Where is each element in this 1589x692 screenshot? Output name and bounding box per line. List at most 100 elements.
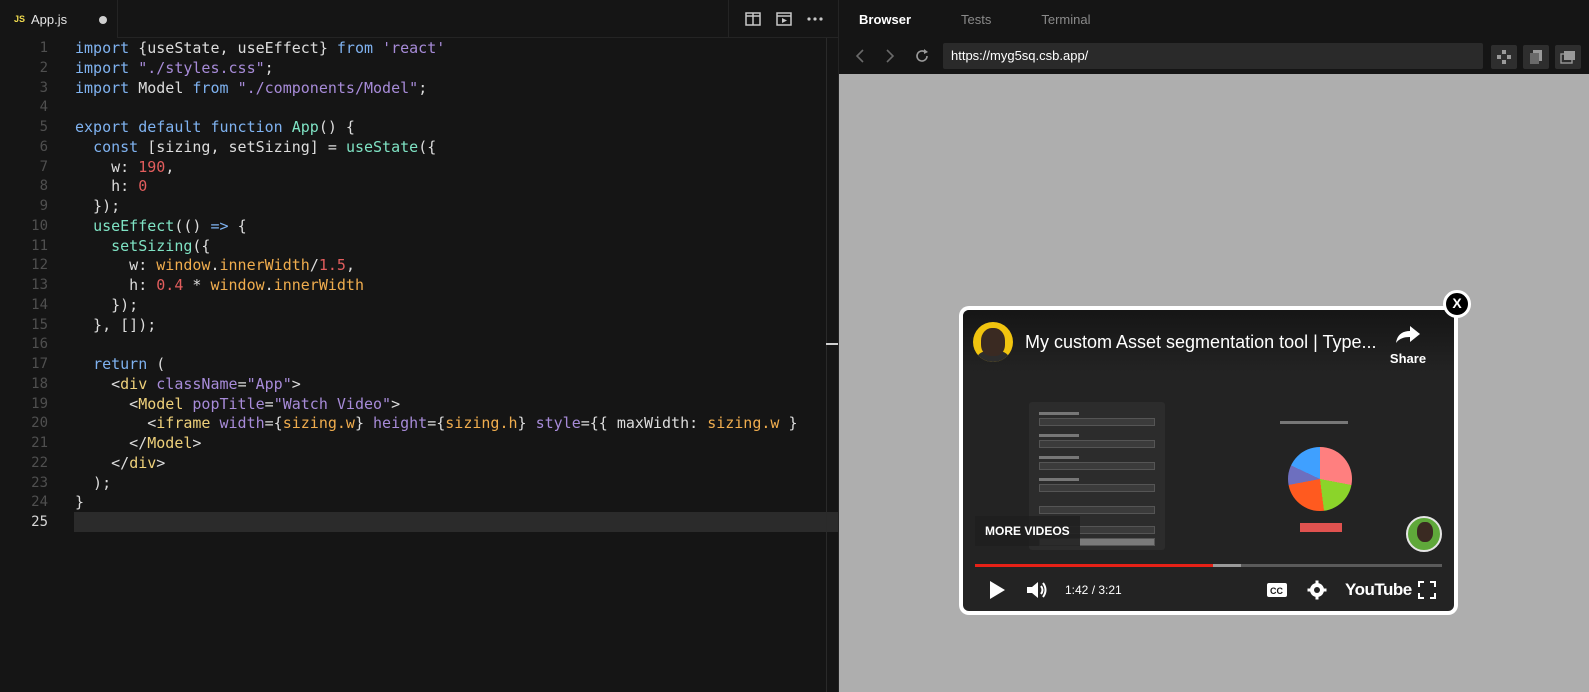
line-number: 20 [31, 415, 48, 432]
played-bar [975, 564, 1214, 567]
code-text: </div> [75, 453, 166, 472]
code-line[interactable]: 13 h: 0.4 * window.innerWidth [0, 275, 838, 295]
copy-url-icon[interactable] [1523, 45, 1549, 69]
code-line[interactable]: 10 useEffect(() => { [0, 216, 838, 236]
more-icon[interactable] [804, 8, 826, 30]
url-input[interactable]: https://myg5sq.csb.app/ [943, 43, 1483, 69]
youtube-logo[interactable]: YouTube [1345, 580, 1412, 600]
code-line[interactable]: 23 ); [0, 473, 838, 493]
line-number: 8 [39, 178, 48, 195]
devtools-icon[interactable] [1491, 45, 1517, 69]
play-icon[interactable] [985, 578, 1009, 602]
settings-gear-icon[interactable] [1305, 578, 1329, 602]
youtube-player[interactable]: My custom Asset segmentation tool | Type… [963, 310, 1454, 611]
code-text: return ( [93, 355, 166, 373]
line-number: 19 [31, 395, 48, 412]
reload-icon[interactable] [907, 41, 937, 71]
code-text: const [sizing, setSizing] = useState({ [93, 137, 437, 156]
close-modal-button[interactable]: X [1443, 290, 1471, 318]
code-line[interactable]: 12 w: window.innerWidth/1.5, [0, 255, 838, 275]
code-line[interactable]: 3 import Model from "./components/Model"; [0, 78, 838, 98]
open-new-window-icon[interactable] [1555, 45, 1581, 69]
code-line[interactable]: 15 }, []); [0, 315, 838, 335]
line-number: 14 [31, 296, 48, 313]
video-frame-button [1300, 523, 1342, 532]
scrollbar-marker[interactable] [826, 343, 838, 345]
browser-tabs: Browser Tests Terminal [839, 0, 1589, 38]
more-videos-button[interactable]: MORE VIDEOS [975, 516, 1080, 546]
code-text: }); [75, 197, 121, 215]
code-line[interactable]: 24} [0, 492, 838, 512]
video-modal: My custom Asset segmentation tool | Type… [959, 306, 1458, 615]
code-line[interactable]: 19 <Model popTitle="Watch Video"> [0, 394, 838, 414]
code-editor: JS App.js 1 import {useState, useEffect} … [0, 0, 838, 692]
video-frame-pie [1288, 447, 1352, 511]
line-number: 25 [31, 514, 48, 530]
player-controls: 1:42 / 3:21 CC YouTube [963, 568, 1454, 611]
browser-toolbar: https://myg5sq.csb.app/ [839, 38, 1589, 74]
code-text: import Model from "./components/Model"; [75, 78, 428, 97]
code-text: useEffect(() => { [93, 216, 247, 235]
code-text: }); [75, 295, 139, 314]
line-number: 23 [31, 474, 48, 491]
line-number: 16 [31, 336, 48, 353]
code-line[interactable]: 20 <iframe width={sizing.w} height={sizi… [0, 413, 838, 433]
code-text: h: 0.4 * window.innerWidth [75, 276, 364, 294]
code-line[interactable]: 22 </div> [0, 453, 838, 473]
progress-bar[interactable] [975, 564, 1442, 567]
preview-icon[interactable] [773, 8, 795, 30]
code-text: } [75, 493, 85, 512]
code-text: export default function App() { [75, 118, 355, 136]
code-text: <div className="App"> [75, 374, 301, 393]
split-view-icon[interactable] [742, 8, 764, 30]
editor-actions [728, 0, 838, 38]
fullscreen-icon[interactable] [1415, 578, 1439, 602]
code-line[interactable]: 14 }); [0, 295, 838, 315]
code-line[interactable]: 5 export default function App() { [0, 117, 838, 137]
code-line[interactable]: 7 w: 190, [0, 157, 838, 177]
share-button[interactable]: Share [1378, 324, 1438, 366]
line-number: 7 [39, 158, 48, 175]
code-text: w: 190, [75, 157, 175, 176]
code-text: ); [75, 473, 112, 492]
code-text: </Model> [75, 434, 202, 452]
code-line[interactable]: 17 return ( [0, 354, 838, 374]
back-icon[interactable] [845, 41, 875, 71]
line-number: 22 [31, 454, 48, 471]
forward-icon[interactable] [875, 41, 905, 71]
code-area[interactable]: 1 import {useState, useEffect} from 'reac… [0, 38, 838, 692]
code-line[interactable]: 25 [0, 512, 838, 532]
browser-pane: Browser Tests Terminal https://myg5sq.cs… [838, 0, 1589, 692]
line-number: 10 [31, 217, 48, 234]
tab-tests[interactable]: Tests [961, 12, 991, 27]
code-line[interactable]: 16 [0, 334, 838, 354]
share-icon [1396, 326, 1420, 343]
channel-avatar[interactable] [973, 322, 1013, 362]
code-line[interactable]: 18 <div className="App"> [0, 374, 838, 394]
tab-terminal[interactable]: Terminal [1041, 12, 1090, 27]
code-text: w: window.innerWidth/1.5, [75, 256, 355, 275]
time-display: 1:42 / 3:21 [1065, 583, 1122, 597]
share-label: Share [1389, 351, 1427, 366]
channel-watermark[interactable] [1406, 516, 1442, 552]
code-line[interactable]: 4 [0, 97, 838, 117]
code-line[interactable]: 9 }); [0, 196, 838, 216]
code-line[interactable]: 21 </Model> [0, 433, 838, 453]
tab-app-js[interactable]: JS App.js [0, 0, 118, 39]
line-number: 4 [39, 99, 48, 116]
code-line[interactable]: 11 setSizing({ [0, 236, 838, 256]
minimap-divider [826, 38, 827, 692]
editor-tabbar: JS App.js [0, 0, 838, 39]
code-text: setSizing({ [111, 236, 211, 255]
code-line[interactable]: 6 const [sizing, setSizing] = useState({ [0, 137, 838, 157]
unsaved-dot-icon[interactable] [99, 16, 107, 24]
code-line[interactable]: 8 h: 0 [0, 176, 838, 196]
volume-icon[interactable] [1025, 578, 1049, 602]
line-number: 21 [31, 435, 48, 451]
code-line[interactable]: 1 import {useState, useEffect} from 'reac… [0, 38, 838, 58]
code-line[interactable]: 2 import "./styles.css"; [0, 58, 838, 78]
captions-icon[interactable]: CC [1265, 578, 1289, 602]
line-number: 2 [39, 59, 48, 76]
video-title[interactable]: My custom Asset segmentation tool | Type… [1025, 332, 1377, 353]
tab-browser[interactable]: Browser [859, 12, 911, 27]
